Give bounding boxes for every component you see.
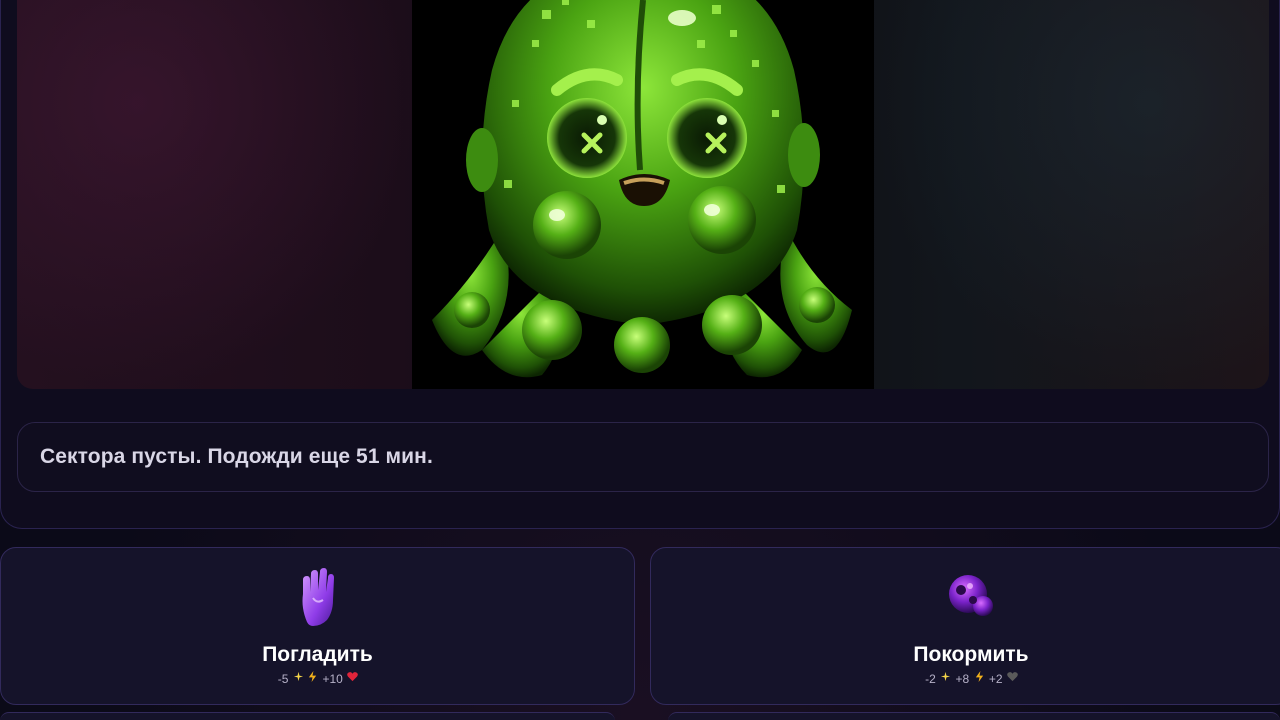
heart-icon — [347, 672, 359, 682]
hand-icon — [302, 568, 334, 626]
next-action-card-right[interactable] — [668, 712, 1280, 720]
sparkle-icon — [293, 671, 303, 682]
pet-action-label: Погладить — [262, 643, 373, 666]
status-message-box: Сектора пусты. Подожди еще 51 мин. — [17, 422, 1269, 492]
next-action-card-left[interactable] — [0, 712, 615, 720]
pet-action-stats: -5 +10 — [1, 671, 634, 686]
stat-value: +2 — [988, 671, 1003, 686]
status-message: Сектора пусты. Подожди еще 51 мин. — [40, 445, 433, 468]
food-icon — [949, 575, 993, 616]
stat-value: -2 — [925, 671, 936, 686]
game-screen: Сектора пусты. Подожди еще 51 мин. Погла… — [0, 0, 1280, 720]
stage-glow-left — [17, 0, 417, 389]
feed-action-button[interactable]: Покормить -2 +8 +2 — [650, 547, 1280, 705]
stat-value: +10 — [322, 671, 343, 686]
pet-action-button[interactable]: Погладить -5 +10 — [0, 547, 635, 705]
feed-action-label: Покормить — [913, 643, 1029, 666]
pet-stage — [17, 0, 1269, 389]
feed-action-stats: -2 +8 +2 — [651, 671, 1280, 686]
pet-panel: Сектора пусты. Подожди еще 51 мин. — [0, 0, 1280, 529]
stat-value: +8 — [955, 671, 970, 686]
sparkle-icon — [941, 671, 951, 682]
energy-icon — [308, 671, 317, 682]
heart-icon — [1007, 672, 1018, 682]
slime-creature-icon — [412, 0, 874, 389]
pet-image[interactable] — [412, 0, 874, 389]
energy-icon — [975, 671, 983, 682]
stage-glow-right — [869, 0, 1269, 389]
stat-value: -5 — [277, 671, 289, 686]
